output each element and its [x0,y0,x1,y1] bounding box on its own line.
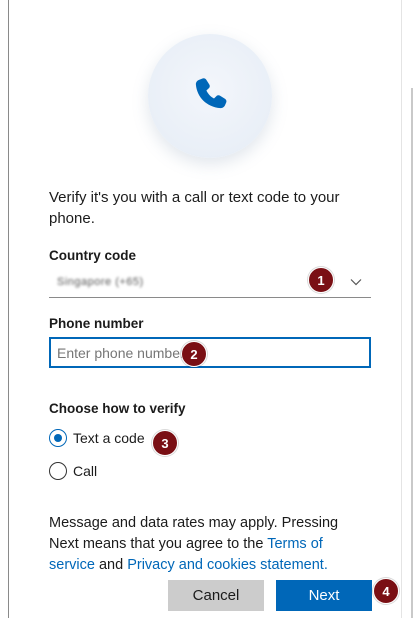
scrollbar-track[interactable] [411,88,413,618]
next-button[interactable]: Next [276,580,372,611]
radio-option-call[interactable]: Call [49,462,97,480]
step-marker-3: 3 [152,430,178,456]
radio-button-call[interactable] [49,462,67,480]
country-code-label: Country code [49,248,137,263]
phone-icon-badge [148,34,272,158]
privacy-statement-link[interactable]: Privacy and cookies statement [127,557,324,573]
intro-text: Verify it's you with a call or text code… [49,189,340,227]
radio-button-text[interactable] [49,429,67,447]
phone-number-input[interactable] [49,337,371,368]
window-left-border [8,0,9,618]
step-marker-4: 4 [373,578,399,604]
disclaimer-middle: and [94,557,128,573]
verify-method-label: Choose how to verify [49,401,186,416]
disclaimer-text: Message and data rates may apply. Pressi… [49,513,371,576]
phone-number-label: Phone number [49,316,144,331]
step-marker-2: 2 [181,341,207,367]
radio-label-call: Call [73,463,98,479]
radio-option-text[interactable]: Text a code [49,429,145,447]
step-marker-1: 1 [308,267,334,293]
disclaimer-suffix: . [323,557,328,573]
cancel-button[interactable]: Cancel [168,580,264,611]
window-right-border [401,0,402,618]
chevron-down-icon [350,279,362,286]
phone-icon [195,78,227,109]
country-code-value: Singapore (+65) [57,276,144,288]
radio-label-text: Text a code [73,430,145,446]
